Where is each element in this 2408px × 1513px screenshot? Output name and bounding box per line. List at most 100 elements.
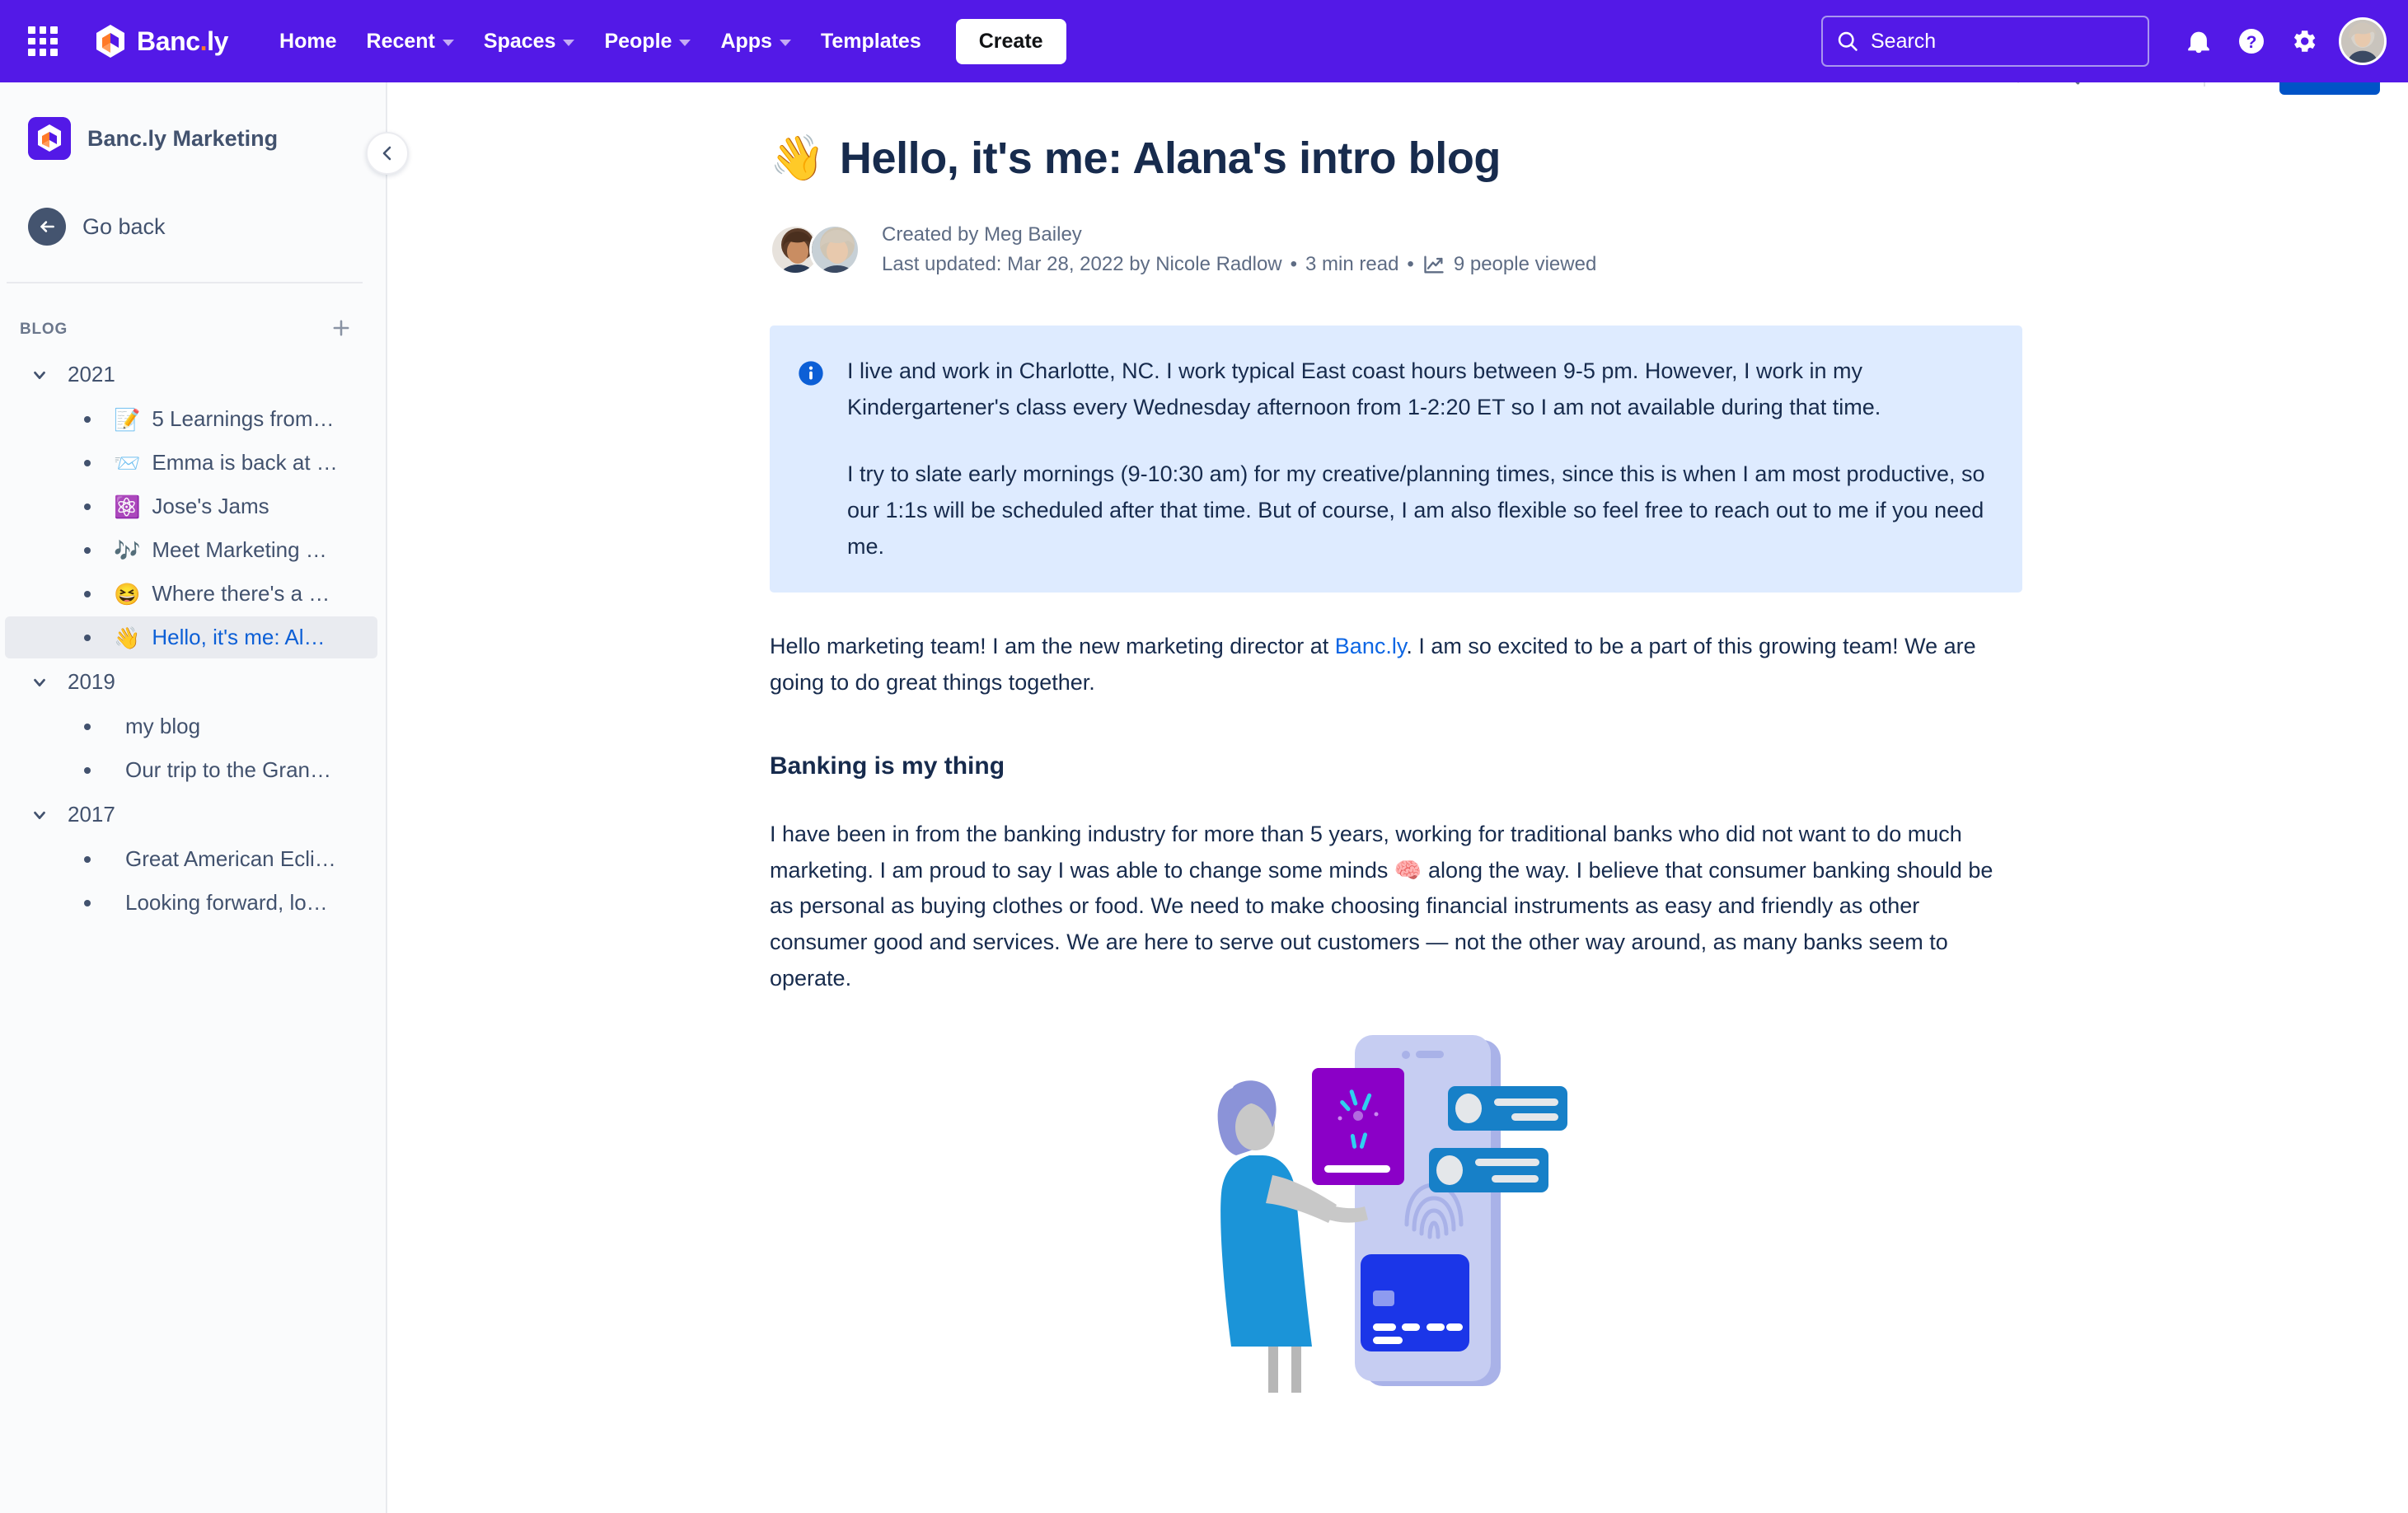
- tree-group-2019[interactable]: 2019: [5, 662, 377, 702]
- tree-item[interactable]: Great American Ecli…: [5, 838, 377, 880]
- tree-item-label: my blog: [125, 714, 201, 738]
- create-button[interactable]: Create: [955, 18, 1066, 64]
- tree-group-label: 2021: [68, 362, 115, 386]
- intro-text-before: Hello marketing team! I am the new marke…: [770, 634, 1335, 659]
- blog-section-header: BLOG: [0, 283, 386, 344]
- avatar[interactable]: [809, 223, 860, 275]
- banking-paragraph: I have been in from the banking industry…: [770, 821, 1993, 991]
- space-sidebar: Banc.ly Marketing Go back BLOG 2021 📝 5 Le…: [0, 82, 387, 1513]
- tree-item-label: Great American Ecli…: [125, 846, 336, 871]
- byline: Created by Meg Bailey Last updated: Mar …: [770, 223, 1790, 276]
- tree-item-label: Looking forward, lo…: [125, 890, 328, 915]
- bullet-icon: [84, 899, 91, 906]
- page-emoji-icon: 🎶: [114, 537, 141, 563]
- tree-item-label: Meet Marketing …: [152, 537, 327, 562]
- go-back-label: Go back: [82, 213, 166, 239]
- nav-item-recent[interactable]: Recent: [354, 18, 467, 65]
- bullet-icon: [84, 546, 91, 554]
- space-header[interactable]: Banc.ly Marketing: [0, 82, 386, 160]
- chevron-down-icon: [442, 39, 454, 46]
- bullet-icon: [84, 415, 91, 423]
- nav-right-cluster: Search ?: [1821, 15, 2408, 68]
- bullet-icon: [84, 723, 91, 730]
- search-input[interactable]: Search: [1821, 16, 2149, 67]
- tree-item-label: Hello, it's me: Al…: [152, 625, 326, 649]
- tree-group-label: 2017: [68, 802, 115, 827]
- meta-separator: •: [1407, 252, 1414, 275]
- tree-item-label: 5 Learnings from…: [152, 406, 335, 431]
- author-avatars: [770, 223, 860, 275]
- chevron-down-icon: [779, 39, 791, 46]
- plus-icon[interactable]: [325, 312, 358, 344]
- title-text: Hello, it's me: Alana's intro blog: [839, 134, 1501, 183]
- tree-item[interactable]: 👋 Hello, it's me: Al…: [5, 616, 377, 658]
- page-emoji-icon: 📝: [114, 406, 141, 432]
- avatar[interactable]: [2339, 17, 2387, 65]
- page-emoji-icon: ⚛️: [114, 494, 141, 519]
- chevron-down-icon[interactable]: [30, 805, 49, 825]
- tree-item[interactable]: 🎶 Meet Marketing …: [5, 529, 377, 571]
- page-title: 👋 Hello, it's me: Alana's intro blog: [770, 132, 1790, 185]
- section-label: BLOG: [20, 321, 68, 338]
- tree-item[interactable]: 😆 Where there's a …: [5, 573, 377, 615]
- chevron-down-icon[interactable]: [30, 672, 49, 692]
- nav-label: Apps: [720, 29, 772, 53]
- brand-name: Banc.ly: [137, 26, 229, 56]
- page-emoji-icon: 😆: [114, 581, 141, 607]
- tree-group-2017[interactable]: 2017: [5, 794, 377, 835]
- tree-item-label: Where there's a …: [152, 581, 330, 606]
- title-emoji: 👋: [770, 134, 825, 183]
- bullet-icon: [84, 459, 91, 466]
- collapse-sidebar-button[interactable]: [366, 132, 409, 175]
- bullet-icon: [84, 590, 91, 597]
- bullet-icon: [84, 766, 91, 774]
- meta-separator: •: [1290, 252, 1298, 275]
- nav-item-apps[interactable]: Apps: [707, 18, 804, 65]
- svg-text:?: ?: [2246, 33, 2257, 52]
- bancly-link[interactable]: Banc.ly: [1335, 634, 1407, 658]
- analytics-chart-icon[interactable]: [1422, 253, 1445, 276]
- woman-with-phone-banking-illustration: [770, 1033, 2022, 1396]
- arrow-left-icon: [28, 208, 66, 246]
- tree-group-2021[interactable]: 2021: [5, 354, 377, 395]
- nav-label: Templates: [820, 29, 921, 53]
- bullet-icon: [84, 634, 91, 641]
- byline-text: Created by Meg Bailey Last updated: Mar …: [882, 223, 1596, 276]
- search-placeholder: Search: [1871, 29, 1937, 53]
- info-callout-panel: I live and work in Charlotte, NC. I work…: [770, 325, 2022, 593]
- callout-paragraph: I try to slate early mornings (9-10:30 a…: [847, 461, 1985, 559]
- bullet-icon: [84, 855, 91, 863]
- nav-item-spaces[interactable]: Spaces: [471, 18, 588, 65]
- gear-icon[interactable]: [2278, 15, 2331, 68]
- callout-body: I live and work in Charlotte, NC. I work…: [847, 354, 1994, 565]
- go-back-button[interactable]: Go back: [16, 199, 363, 254]
- nav-item-templates[interactable]: Templates: [808, 18, 935, 65]
- tree-item-label: Our trip to the Gran…: [125, 757, 331, 782]
- tree-item[interactable]: ⚛️ Jose's Jams: [5, 485, 377, 527]
- last-updated: Last updated: Mar 28, 2022 by Nicole Rad…: [882, 252, 1282, 275]
- tree-item-label: Jose's Jams: [152, 494, 269, 518]
- tree-group-label: 2019: [68, 669, 115, 694]
- nav-item-home[interactable]: Home: [266, 18, 349, 65]
- page-emoji-icon: 👋: [114, 625, 141, 650]
- tree-item[interactable]: Looking forward, lo…: [5, 882, 377, 924]
- chevron-down-icon: [679, 39, 691, 46]
- tree-item[interactable]: my blog: [5, 705, 377, 747]
- nav-item-people[interactable]: People: [591, 18, 704, 65]
- chevron-down-icon[interactable]: [30, 365, 49, 385]
- intro-paragraph: Hello marketing team! I am the new marke…: [770, 629, 2022, 700]
- created-by: Created by Meg Bailey: [882, 222, 1082, 246]
- chevron-down-icon: [563, 39, 575, 46]
- tree-item[interactable]: 📨 Emma is back at …: [5, 442, 377, 484]
- read-time: 3 min read: [1305, 252, 1399, 275]
- tree-item[interactable]: Our trip to the Gran…: [5, 749, 377, 791]
- tree-item[interactable]: 📝 5 Learnings from…: [5, 398, 377, 440]
- question-circle-icon[interactable]: ?: [2225, 15, 2278, 68]
- bell-icon[interactable]: [2172, 15, 2225, 68]
- bancly-space-logo-icon: [28, 117, 71, 160]
- grid-apps-icon[interactable]: [23, 21, 63, 61]
- views-count: 9 people viewed: [1453, 252, 1597, 275]
- blog-page-tree: 2021 📝 5 Learnings from… 📨 Emma is back at ……: [0, 354, 386, 924]
- callout-paragraph: I live and work in Charlotte, NC. I work…: [847, 358, 1881, 419]
- brand-logo-link[interactable]: Banc.ly: [91, 21, 228, 61]
